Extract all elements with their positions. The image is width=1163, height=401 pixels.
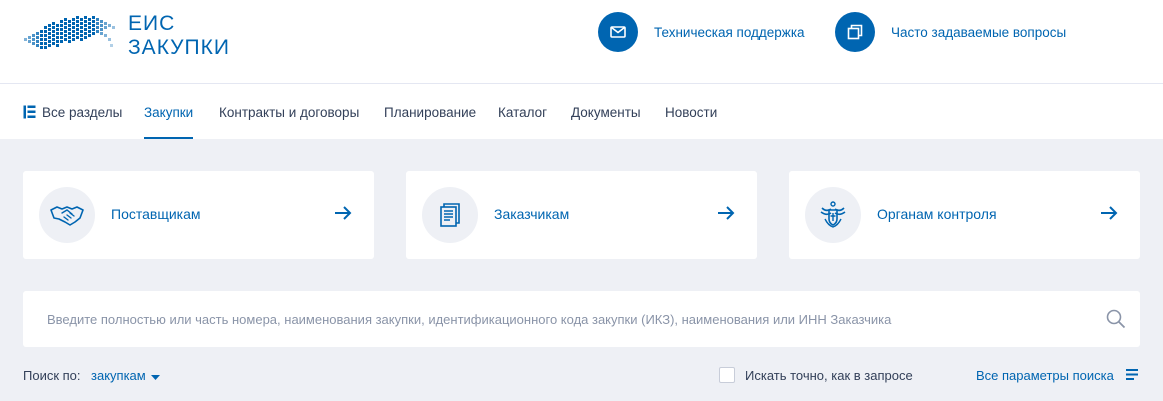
mail-icon: [598, 12, 638, 52]
site-header: ЕИС ЗАКУПКИ Техническая поддержка Часто …: [0, 0, 1163, 84]
logo-text-top: ЕИС: [128, 12, 176, 35]
main-content: Поставщикам Заказчикам Органам контроля …: [0, 139, 1163, 401]
copy-windows-icon: [835, 12, 875, 52]
nav-news[interactable]: Новости: [665, 85, 717, 139]
exact-match-checkbox[interactable]: [719, 367, 735, 383]
filter-lines-icon: [1125, 368, 1138, 383]
exact-match-label: Искать точно, как в запросе: [745, 367, 913, 383]
search-by-value: закупкам: [91, 368, 146, 383]
card-customers[interactable]: Заказчикам: [406, 171, 757, 259]
search-icon[interactable]: [1106, 309, 1126, 334]
nav-planning[interactable]: Планирование: [384, 85, 476, 139]
exact-match-option[interactable]: Искать точно, как в запросе: [719, 367, 913, 383]
nav-contracts[interactable]: Контракты и договоры: [219, 85, 359, 139]
emblem-icon: [805, 187, 861, 243]
faq-link[interactable]: Часто задаваемые вопросы: [835, 12, 1066, 52]
arrow-right-icon: [717, 205, 735, 226]
card-customers-label: Заказчикам: [494, 206, 570, 222]
nav-all-sections[interactable]: Все разделы: [23, 85, 122, 139]
search-by-label: Поиск по:: [23, 368, 81, 383]
nav-all-sections-label: Все разделы: [42, 104, 123, 120]
main-nav: Все разделы Закупки Контракты и договоры…: [0, 85, 1163, 139]
logo-text-bottom: ЗАКУПКИ: [128, 36, 230, 59]
nav-purchases[interactable]: Закупки: [144, 85, 194, 139]
all-search-params-label: Все параметры поиска: [976, 368, 1114, 383]
caret-down-icon: [150, 368, 160, 383]
faq-link-label: Часто задаваемые вопросы: [891, 24, 1067, 40]
arrow-right-icon: [334, 205, 352, 226]
nav-catalog[interactable]: Каталог: [498, 85, 547, 139]
card-suppliers-label: Поставщикам: [111, 206, 201, 222]
nav-documents[interactable]: Документы: [571, 85, 641, 139]
search-input[interactable]: [23, 291, 1083, 347]
support-link-label: Техническая поддержка: [654, 24, 805, 40]
search-options: Поиск по: закупкам Искать точно, как в з…: [0, 365, 1163, 387]
all-search-params-link[interactable]: Все параметры поиска: [976, 368, 1138, 383]
handshake-icon: [39, 187, 95, 243]
arrow-right-icon: [1100, 205, 1118, 226]
search-bar: [23, 291, 1140, 347]
logo[interactable]: ЕИС ЗАКУПКИ: [22, 12, 242, 64]
search-by-dropdown[interactable]: закупкам: [91, 368, 160, 383]
card-suppliers[interactable]: Поставщикам: [23, 171, 374, 259]
card-control-bodies[interactable]: Органам контроля: [789, 171, 1140, 259]
card-control-bodies-label: Органам контроля: [877, 206, 997, 222]
russia-map-icon: [24, 16, 115, 49]
sections-list-icon: [23, 105, 36, 119]
document-building-icon: [422, 187, 478, 243]
support-link[interactable]: Техническая поддержка: [598, 12, 805, 52]
